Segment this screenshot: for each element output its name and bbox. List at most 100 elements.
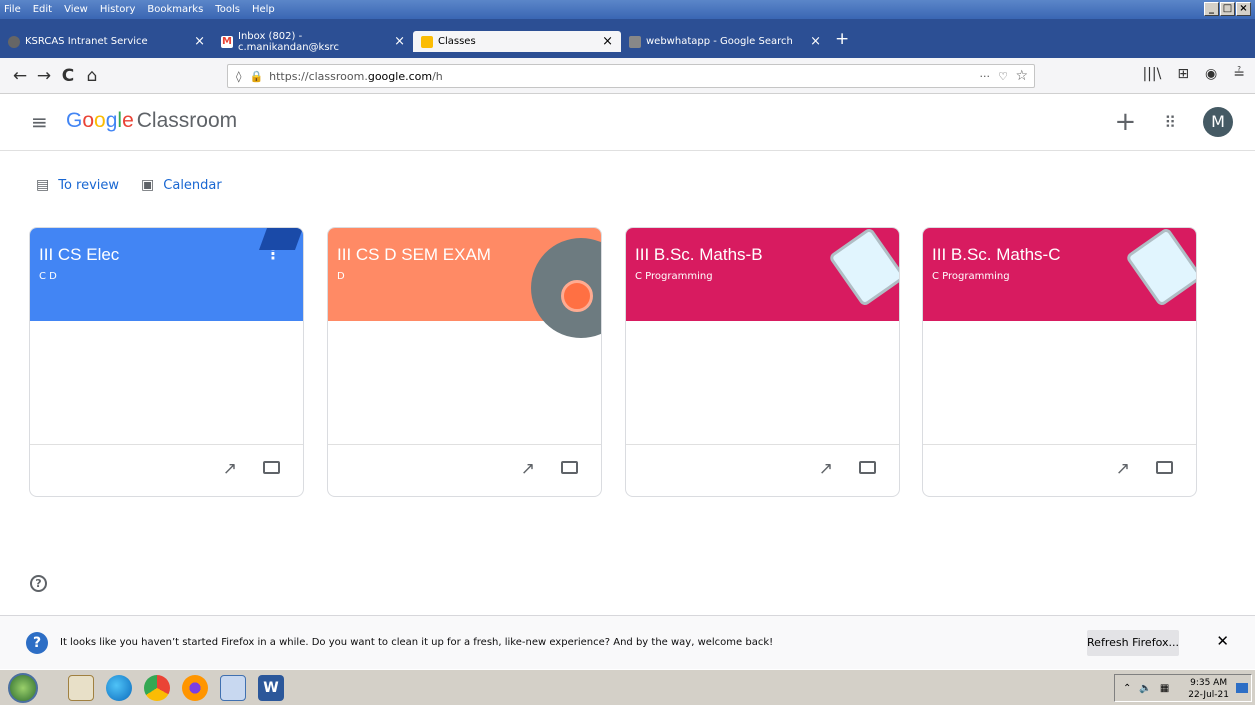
logo-letter: g xyxy=(105,109,118,132)
control-panel-icon[interactable] xyxy=(220,674,246,701)
to-review-link[interactable]: ▤ To review xyxy=(36,177,119,193)
class-card-banner[interactable]: III B.Sc. Maths-C C Programming xyxy=(923,228,1196,321)
navigation-bar: ← → C ⌂ ◊ 🔒 https://classroom. google.com… xyxy=(0,58,1255,94)
main-menu-icon[interactable]: ≡ xyxy=(31,110,48,134)
shield-icon: ◊ xyxy=(236,69,242,83)
menu-tools[interactable]: Tools xyxy=(215,4,240,15)
page-actions-icon[interactable]: ··· xyxy=(980,70,991,83)
tray-expand-icon[interactable]: ⌃ xyxy=(1123,683,1131,694)
class-card-footer: ↗ xyxy=(626,444,899,496)
menu-edit[interactable]: Edit xyxy=(33,4,52,15)
class-card-banner[interactable]: III CS D SEM EXAM D ⋮ xyxy=(328,228,601,338)
class-card-footer: ↗ xyxy=(923,444,1196,496)
refresh-firefox-button[interactable]: Refresh Firefox... xyxy=(1087,630,1179,656)
trending-icon[interactable]: ↗ xyxy=(819,459,833,479)
close-tab-icon[interactable]: × xyxy=(194,34,205,49)
question-icon: ? xyxy=(26,631,48,654)
tab-classes[interactable]: Classes × xyxy=(413,31,621,52)
calendar-label: Calendar xyxy=(163,177,222,193)
extension-icon[interactable]: ◉ xyxy=(1205,66,1217,82)
notification-message: It looks like you haven’t started Firefo… xyxy=(60,637,774,648)
avatar[interactable]: M xyxy=(1203,107,1233,137)
system-tray: ⌃ 🔈 ▦ 9:35 AM 22-Jul-21 xyxy=(1114,674,1252,702)
classroom-header: ≡ Google Classroom + ⠿ M xyxy=(0,94,1255,151)
close-tab-icon[interactable]: × xyxy=(602,34,613,49)
url-suffix: /h xyxy=(432,69,443,83)
menu-view[interactable]: View xyxy=(64,4,88,15)
tab-ksrcas[interactable]: KSRCAS Intranet Service × xyxy=(0,31,213,52)
class-card: III CS Elec C D ⋮ ↗ xyxy=(29,227,304,497)
header-actions: + ⠿ M xyxy=(1114,107,1233,137)
class-card: III B.Sc. Maths-B C Programming ↗ xyxy=(625,227,900,497)
menu-history[interactable]: History xyxy=(100,4,136,15)
google-classroom-logo[interactable]: Google Classroom xyxy=(66,109,237,133)
reload-button[interactable]: C xyxy=(56,66,80,86)
notification-bar: ? It looks like you haven’t started Fire… xyxy=(0,615,1255,669)
library-icon[interactable]: |||\ xyxy=(1142,66,1161,82)
class-subnav: ▤ To review ▣ Calendar xyxy=(36,177,244,193)
logo-letter: e xyxy=(122,109,134,132)
tab-bar: KSRCAS Intranet Service × M Inbox (802) … xyxy=(0,19,1255,58)
minimize-button[interactable]: _ xyxy=(1204,2,1219,16)
tablet-graph-decoration xyxy=(827,228,899,308)
taskbar: W ⌃ 🔈 ▦ 9:35 AM 22-Jul-21 xyxy=(0,669,1255,705)
logo-product: Classroom xyxy=(136,109,238,132)
tablet-graph-decoration xyxy=(1124,228,1196,308)
help-icon[interactable]: ? xyxy=(30,575,47,592)
chrome-icon[interactable] xyxy=(144,674,170,701)
url-bar[interactable]: ◊ 🔒 https://classroom. google.com/h ··· ♡… xyxy=(227,64,1035,88)
apps-grid-icon[interactable]: ⠿ xyxy=(1164,113,1176,132)
logo-letter: o xyxy=(94,109,106,132)
class-card: III B.Sc. Maths-C C Programming ↗ xyxy=(922,227,1197,497)
url-domain: google.com xyxy=(367,69,433,83)
tally-erp-icon[interactable] xyxy=(68,674,94,701)
edge-browser-icon[interactable] xyxy=(106,674,132,701)
tab-inbox[interactable]: M Inbox (802) - c.manikandan@ksrc × xyxy=(213,31,413,53)
calendar-link[interactable]: ▣ Calendar xyxy=(141,177,222,193)
window-controls: _ □ × xyxy=(1203,2,1251,16)
calendar-icon: ▣ xyxy=(141,177,155,193)
class-card-footer: ↗ xyxy=(30,444,303,496)
maximize-button[interactable]: □ xyxy=(1220,2,1235,16)
class-section: C D xyxy=(39,271,57,282)
close-window-button[interactable]: × xyxy=(1236,2,1251,16)
trending-icon[interactable]: ↗ xyxy=(1116,459,1130,479)
hourglass-favicon-icon xyxy=(629,35,641,48)
close-tab-icon[interactable]: × xyxy=(394,34,405,49)
back-button[interactable]: ← xyxy=(8,66,32,86)
trending-icon[interactable]: ↗ xyxy=(223,459,237,479)
show-desktop-icon[interactable] xyxy=(1236,683,1248,693)
add-class-icon[interactable]: + xyxy=(1114,109,1136,135)
network-icon[interactable]: ▦ xyxy=(1160,683,1169,694)
new-tab-button[interactable]: + xyxy=(835,29,849,49)
menu-bookmarks[interactable]: Bookmarks xyxy=(147,4,203,15)
trending-icon[interactable]: ↗ xyxy=(521,459,535,479)
volume-icon[interactable]: 🔈 xyxy=(1139,683,1151,694)
close-tab-icon[interactable]: × xyxy=(810,34,821,49)
app-menu-icon[interactable]: ≟ xyxy=(1233,66,1245,82)
forward-button[interactable]: → xyxy=(32,66,56,86)
word-icon[interactable]: W xyxy=(258,674,284,701)
clock-time: 9:35 AM xyxy=(1190,678,1228,688)
pocket-icon[interactable]: ♡ xyxy=(998,70,1008,83)
close-notification-icon[interactable]: ✕ xyxy=(1216,632,1229,650)
menu-file[interactable]: File xyxy=(4,4,21,15)
review-tray-icon: ▤ xyxy=(36,177,50,193)
firefox-icon[interactable] xyxy=(182,674,208,701)
start-button[interactable] xyxy=(8,672,38,703)
home-button[interactable]: ⌂ xyxy=(80,66,104,86)
folder-icon[interactable] xyxy=(1156,461,1173,474)
clock[interactable]: 9:35 AM 22-Jul-21 xyxy=(1188,677,1229,701)
tab-google-search[interactable]: webwhatapp - Google Search × xyxy=(621,31,829,52)
sidebar-icon[interactable]: ⊞ xyxy=(1177,66,1189,82)
folder-icon[interactable] xyxy=(859,461,876,474)
folder-icon[interactable] xyxy=(263,461,280,474)
class-card: III CS D SEM EXAM D ⋮ ↗ xyxy=(327,227,602,497)
class-card-banner[interactable]: III CS Elec C D ⋮ xyxy=(30,228,303,321)
folder-icon[interactable] xyxy=(561,461,578,474)
bookmark-star-icon[interactable]: ☆ xyxy=(1015,68,1028,84)
toolbar-icons: |||\ ⊞ ◉ ≟ xyxy=(1142,66,1245,82)
class-card-banner[interactable]: III B.Sc. Maths-B C Programming xyxy=(626,228,899,321)
logo-letter: o xyxy=(82,109,95,132)
menu-help[interactable]: Help xyxy=(252,4,275,15)
